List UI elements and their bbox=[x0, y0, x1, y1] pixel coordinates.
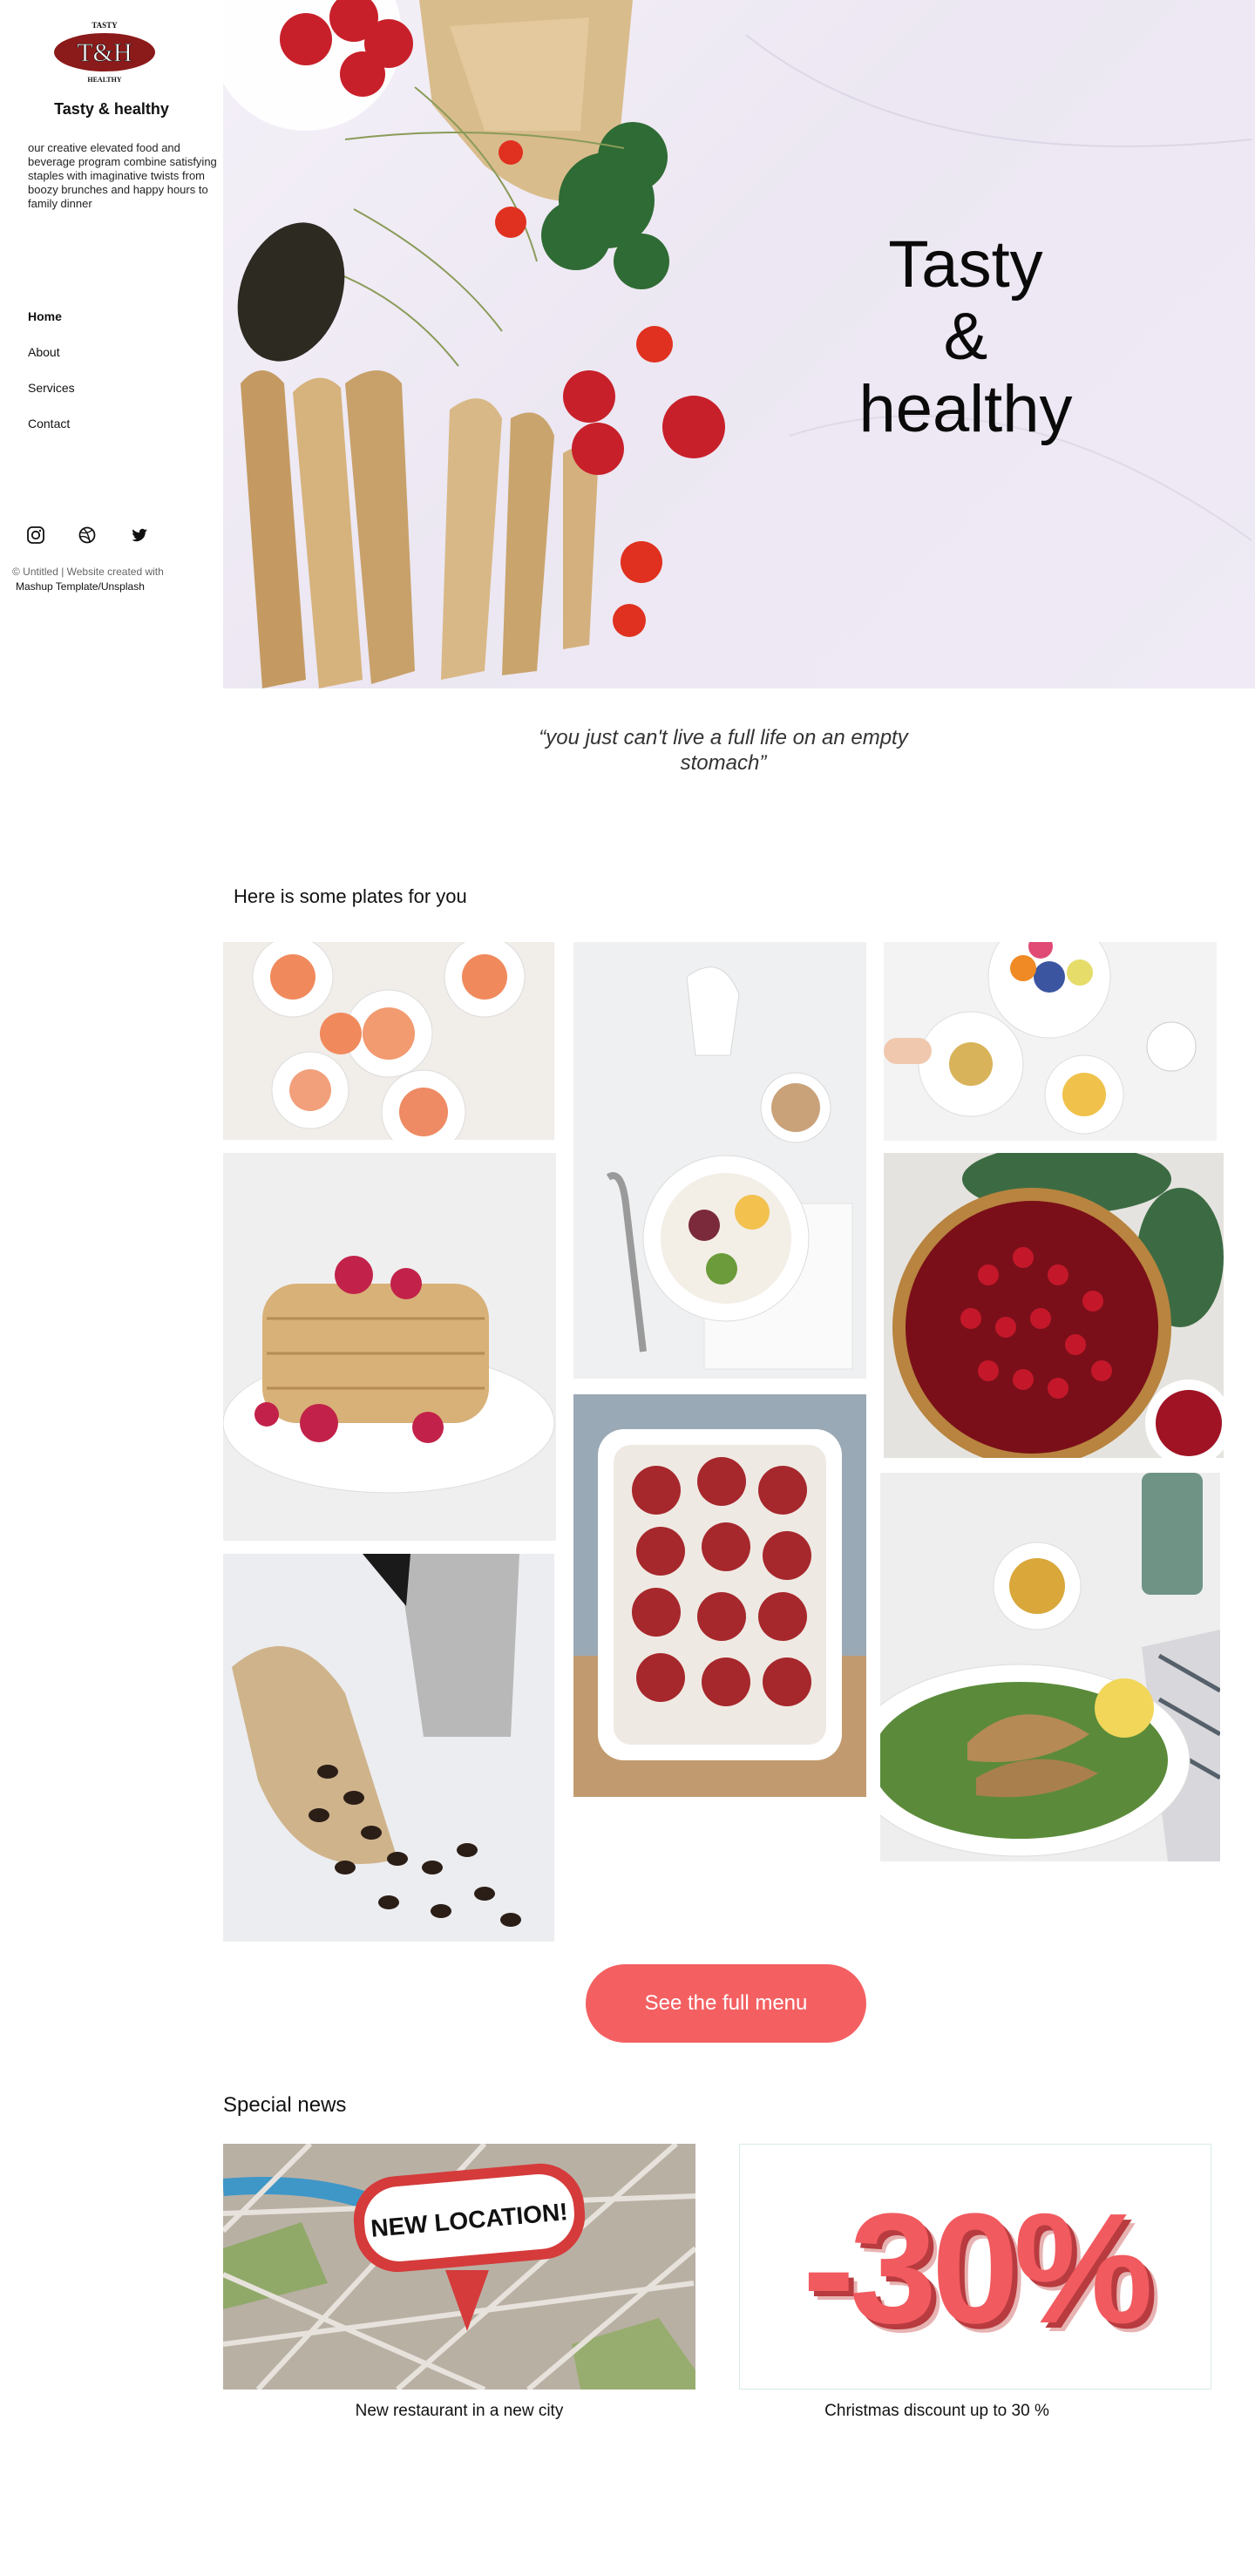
plates-photo-pancake-stack[interactable] bbox=[223, 1153, 556, 1541]
hero-title-line3: healthy bbox=[858, 372, 1073, 446]
hero-title: Tasty & healthy bbox=[809, 228, 1123, 445]
logo-monogram: T&H bbox=[77, 38, 132, 67]
news-card-new-location[interactable]: NEW LOCATION! bbox=[223, 2144, 695, 2390]
footer-text: © Untitled | Website created with bbox=[12, 566, 164, 578]
hero-quote: “you just can't live a full life on an e… bbox=[539, 726, 908, 775]
news-heading: Special news bbox=[223, 2093, 347, 2117]
footer-link[interactable]: Mashup Template/Unsplash bbox=[12, 580, 221, 594]
news-card-discount[interactable]: -30% bbox=[739, 2144, 1211, 2390]
hero-title-line1: Tasty bbox=[888, 227, 1043, 302]
hero-title-line2: & bbox=[943, 300, 988, 374]
dribbble-icon[interactable] bbox=[78, 525, 97, 545]
instagram-icon[interactable] bbox=[26, 525, 45, 545]
nav-contact[interactable]: Contact bbox=[28, 417, 70, 430]
plates-photo-fish-salad[interactable] bbox=[880, 1473, 1220, 1861]
plates-photo-coffee-beans[interactable] bbox=[223, 1554, 554, 1942]
plates-photo-grapefruit-breakfast[interactable] bbox=[223, 942, 554, 1140]
plates-photo-fruit-plates[interactable] bbox=[884, 942, 1217, 1141]
logo-top-text: TASTY bbox=[92, 21, 118, 30]
discount-badge: -30% bbox=[802, 2181, 1153, 2356]
nav-about[interactable]: About bbox=[28, 345, 60, 359]
plates-photo-berry-tart[interactable] bbox=[884, 1153, 1224, 1458]
brand-tagline: our creative elevated food and beverage … bbox=[28, 141, 217, 210]
plates-heading: Here is some plates for you bbox=[234, 885, 467, 907]
footer-credit: © Untitled | Website created with Mashup… bbox=[12, 565, 221, 594]
full-menu-button[interactable]: See the full menu bbox=[586, 1964, 866, 2043]
twitter-icon[interactable] bbox=[130, 525, 149, 545]
plates-photo-yogurt-bowl[interactable] bbox=[573, 942, 866, 1379]
logo[interactable]: TASTY T&H HEALTHY bbox=[49, 17, 160, 87]
news-caption-discount: Christmas discount up to 30 % bbox=[824, 2402, 1049, 2420]
news-caption-new-location: New restaurant in a new city bbox=[355, 2402, 564, 2420]
nav-home[interactable]: Home bbox=[28, 309, 62, 323]
brand-name: Tasty & healthy bbox=[54, 100, 169, 118]
logo-bottom-text: HEALTHY bbox=[87, 76, 121, 84]
nav-services[interactable]: Services bbox=[28, 381, 75, 395]
plates-photo-roasted-plums[interactable] bbox=[573, 1394, 866, 1797]
